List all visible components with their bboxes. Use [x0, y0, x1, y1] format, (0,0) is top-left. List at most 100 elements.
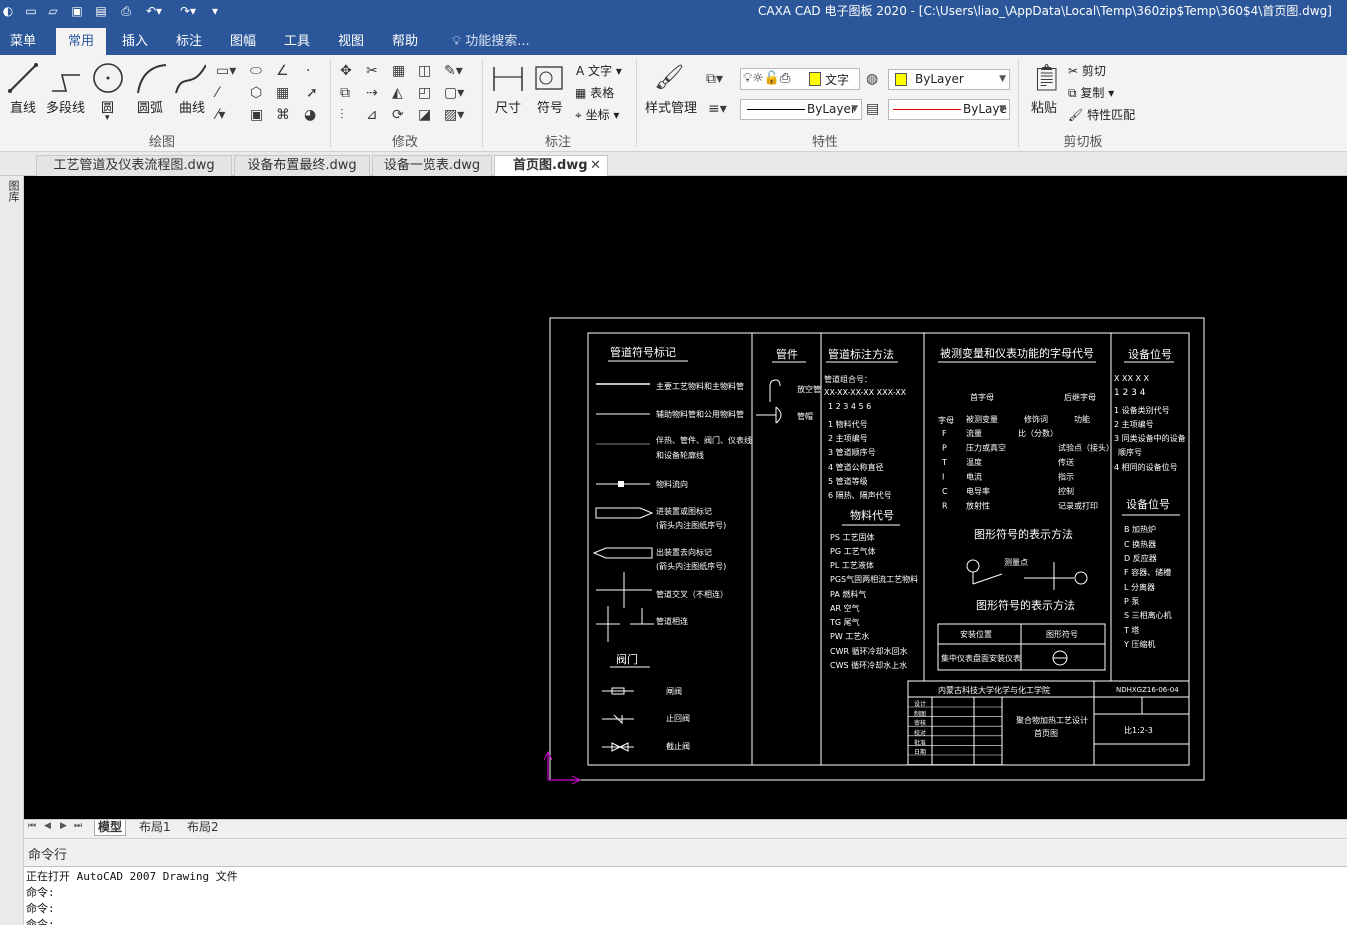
linetype-combo[interactable]: ByLayer ▼ [740, 99, 862, 120]
doc-tab-label: 首页图.dwg [513, 158, 588, 173]
layer-state-combo[interactable]: 💡︎☼🔓⎙ 文字 [740, 68, 860, 90]
copy-label: 复制 [1080, 86, 1105, 100]
close-icon[interactable]: ✕ [590, 156, 601, 176]
drawing-svg: 管道符号标记 主要工艺物料和主物料管 辅助物料管和公用物料管 伴热、管件、阀门、… [543, 317, 1205, 785]
save-icon[interactable]: ▣ [70, 3, 84, 19]
symbol-button[interactable]: 符号 [537, 97, 563, 116]
function-search[interactable]: 💡︎ 功能搜索... [452, 28, 530, 55]
tab-insert[interactable]: 插入 [112, 28, 158, 55]
linetype-icon[interactable]: ≡▾ [708, 101, 727, 117]
tab-sheet[interactable]: 图幅 [220, 28, 266, 55]
copy-button[interactable]: ⧉ 复制 ▾ [1068, 84, 1114, 101]
sec1-item: 管道交叉（不相连） [656, 589, 728, 599]
rectangle-icon[interactable]: ▭▾ [216, 63, 236, 79]
coordinate-button-label: 坐标 [585, 108, 610, 122]
coordinate-button[interactable]: ⌖ 坐标 ▾ [575, 106, 619, 123]
scale-icon[interactable]: ◫ [418, 63, 431, 79]
open-icon[interactable]: ▱ [46, 3, 60, 19]
rotate-icon[interactable]: ⟳ [392, 107, 404, 123]
layout-tab-model[interactable]: 模型 [94, 820, 127, 836]
save-as-icon[interactable]: ▤ [94, 3, 108, 19]
tab-annotate[interactable]: 标注 [166, 28, 212, 55]
move-icon[interactable]: ✥ [340, 63, 352, 79]
fillet-icon[interactable]: ◪ [418, 107, 431, 123]
properties-group-label: 特性 [811, 135, 838, 150]
edit-icon[interactable]: ▨▾ [444, 107, 464, 123]
break-icon[interactable]: ◰ [418, 85, 431, 101]
valve-item: 闸阀 [666, 687, 682, 696]
next-layout-icon[interactable]: ▶ [60, 821, 67, 831]
color-combo[interactable]: ByLayer ▼ [888, 69, 1010, 90]
mirror-icon[interactable]: ◭ [392, 85, 403, 101]
block-icon[interactable]: ⌘ [276, 107, 290, 123]
tab-menu[interactable]: 菜单 [0, 28, 46, 55]
separator [482, 59, 483, 147]
undo-icon[interactable]: ↶▾ [142, 3, 166, 19]
table-button[interactable]: ▦ 表格 [575, 84, 614, 101]
explode-icon[interactable]: ▢▾ [444, 85, 464, 101]
polyline-button[interactable]: 多段线 [46, 97, 85, 116]
sec1-item: 和设备轮廓线 [656, 450, 704, 460]
dimension-button[interactable]: 尺寸 [495, 97, 521, 116]
command-history[interactable]: 正在打开 AutoCAD 2007 Drawing 文件 命令: 命令: 命令: [24, 866, 1347, 925]
separator [636, 59, 637, 147]
library-panel-tab[interactable]: 图库 [5, 180, 20, 202]
first-layout-icon[interactable]: ⏮ [28, 821, 36, 831]
paste-button[interactable]: 粘贴 [1031, 97, 1057, 116]
line-button[interactable]: 直线 [10, 97, 36, 116]
clipboard-group-label: 剪切板 [1063, 135, 1103, 150]
doc-tab[interactable]: 设备一览表.dwg [372, 155, 492, 176]
text-style-label: 文字 [825, 73, 850, 87]
layer-color-swatch [809, 72, 821, 86]
tab-help[interactable]: 帮助 [382, 28, 428, 55]
drawing-canvas[interactable]: 管道符号标记 主要工艺物料和主物料管 辅助物料管和公用物料管 伴热、管件、阀门、… [24, 176, 1347, 819]
parallel-line-icon[interactable]: ⁄ [216, 85, 218, 101]
boundary-icon[interactable]: ▣ [250, 107, 263, 123]
style-manager-button[interactable]: 样式管理 [645, 97, 697, 116]
copy-object-icon[interactable]: ⧉ [340, 85, 350, 101]
sec4-cell: I [942, 473, 944, 482]
tab-view[interactable]: 视图 [328, 28, 374, 55]
polygon-icon[interactable]: ⬡ [250, 85, 262, 101]
fill-icon[interactable]: ◕ [304, 107, 316, 123]
extend-icon[interactable]: ⇢ [366, 85, 378, 101]
arrow-icon[interactable]: ➚ [306, 85, 318, 101]
print-icon[interactable]: ⎙ [118, 3, 134, 19]
tab-home[interactable]: 常用 [56, 28, 106, 55]
layer-icon[interactable]: ⧉▾ [706, 71, 723, 87]
array-icon[interactable]: ▦ [392, 63, 405, 79]
new-icon[interactable]: ▭ [24, 3, 38, 19]
lineweight-icon[interactable]: ▤ [866, 101, 879, 117]
doc-tab[interactable]: 设备布置最终.dwg [234, 155, 370, 176]
sec3-line: 1 2 3 4 5 6 [828, 402, 871, 411]
prev-layout-icon[interactable]: ◀ [44, 821, 51, 831]
point-icon[interactable]: · [306, 63, 310, 79]
text-button[interactable]: A 文字 ▾ [576, 62, 622, 79]
material-title: 物料代号 [850, 508, 894, 522]
redo-icon[interactable]: ↷▾ [176, 3, 200, 19]
ellipse-icon[interactable]: ⬭ [250, 63, 262, 79]
doc-tab[interactable]: 工艺管道及仪表流程图.dwg [36, 155, 232, 176]
centerline-icon[interactable]: ⁄▾ [216, 107, 225, 123]
sec3-line: 3 管道顺序号 [828, 447, 876, 457]
eraser-icon[interactable]: ✎▾ [444, 63, 463, 79]
offset-icon[interactable]: ⫶ [340, 107, 344, 123]
doc-tab-active[interactable]: 首页图.dwg ✕ [494, 155, 608, 176]
layout-tab-2[interactable]: 布局2 [184, 820, 222, 836]
stretch-icon[interactable]: ⊿ [366, 107, 378, 123]
app-logo-icon[interactable]: ◐ [2, 3, 14, 19]
cut-button[interactable]: ✂︎ 剪切 [1068, 62, 1106, 79]
sec1-item: 出装置去向标记 [656, 547, 712, 557]
hatch-icon[interactable]: ▦ [276, 85, 289, 101]
angle-line-icon[interactable]: ∠ [276, 63, 289, 79]
color-wheel-icon[interactable]: ◍ [866, 71, 878, 87]
customize-icon[interactable]: ▾ [208, 3, 222, 19]
match-properties-button[interactable]: 🖌︎ 特性匹配 [1068, 106, 1135, 123]
lineweight-combo[interactable]: ByLaye ▼ [888, 99, 1010, 120]
trim-icon[interactable]: ✂︎ [366, 63, 378, 79]
arc-button[interactable]: 圆弧 [137, 97, 163, 116]
curve-button[interactable]: 曲线 [179, 97, 205, 116]
last-layout-icon[interactable]: ⏭ [74, 821, 82, 831]
layout-tab-1[interactable]: 布局1 [136, 820, 174, 836]
tab-tools[interactable]: 工具 [274, 28, 320, 55]
